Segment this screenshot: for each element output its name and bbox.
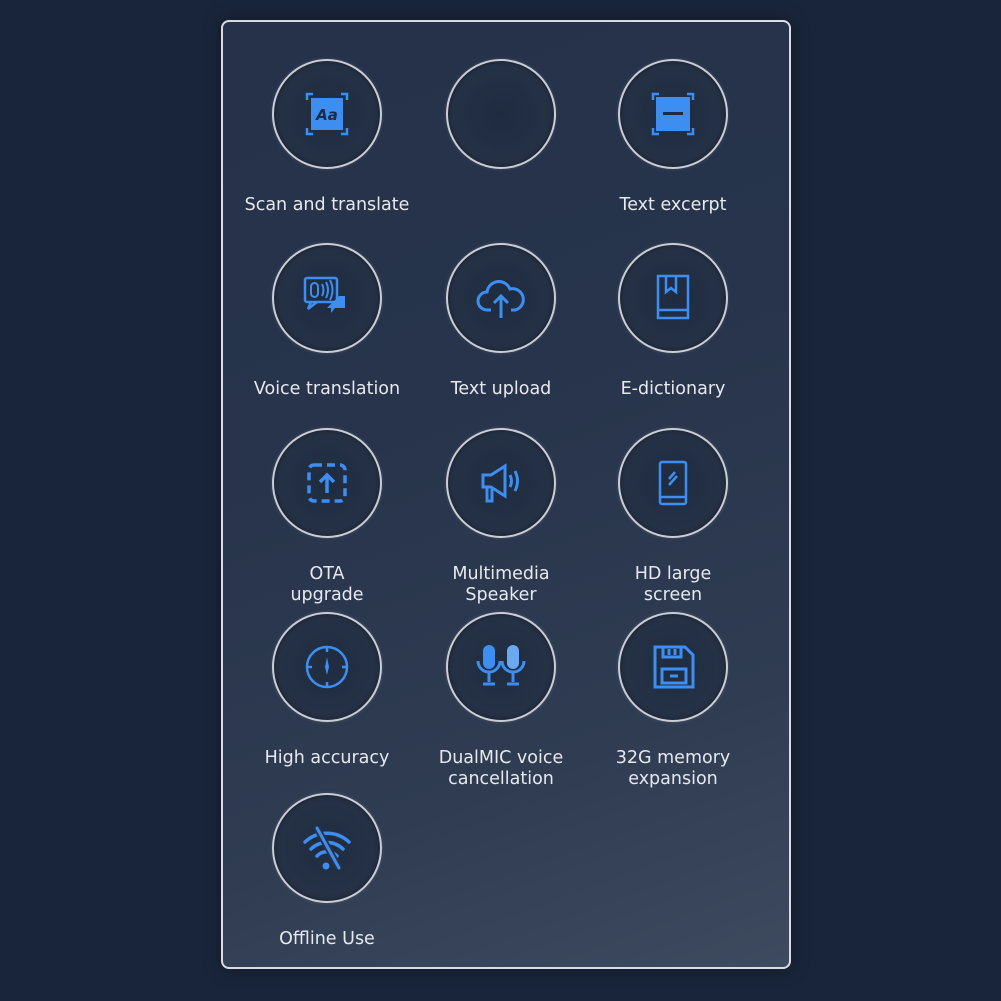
icon-ring <box>446 612 556 722</box>
feature-label-line: 32G memory <box>615 748 731 768</box>
feature-label: Text upload <box>411 379 591 400</box>
feature-label-line: expansion <box>628 769 718 789</box>
feature-item: DualMIC voice cancellation <box>411 612 591 790</box>
feature-label-line: DualMIC voice <box>438 748 564 768</box>
icon-ring <box>272 243 382 353</box>
feature-label-line: High accuracy <box>264 748 390 768</box>
feature-label-line: HD large <box>634 564 712 584</box>
icon-ring: Aa <box>272 59 382 169</box>
feature-item: Offline Use <box>237 793 417 950</box>
feature-label: Offline Use <box>237 929 417 950</box>
feature-label-line: screen <box>643 585 703 605</box>
wifi-off-icon <box>303 826 351 870</box>
feature-label: HD large screen <box>583 564 763 606</box>
floppy-disk-icon <box>653 645 695 689</box>
feature-item: OTA upgrade <box>237 428 417 606</box>
icon-ring <box>272 428 382 538</box>
scan-text-icon: Aa <box>305 92 349 136</box>
voice-chat-icon <box>303 276 345 313</box>
feature-label: Voice translation <box>237 379 417 400</box>
icon-ring <box>446 59 556 169</box>
icon-ring <box>272 793 382 903</box>
icon-ring <box>618 59 728 169</box>
feature-item <box>411 59 591 195</box>
feature-item: 32G memory expansion <box>583 612 763 790</box>
screen-device-icon <box>658 460 688 506</box>
feature-label-line: Scan and translate <box>244 195 410 215</box>
icon-ring <box>446 428 556 538</box>
feature-label: DualMIC voice cancellation <box>411 748 591 790</box>
feature-item: Multimedia Speaker <box>411 428 591 606</box>
icon-ring <box>446 243 556 353</box>
cloud-upload-icon <box>476 280 525 318</box>
feature-label-line: upgrade <box>290 585 364 605</box>
feature-item: Voice translation <box>237 243 417 400</box>
svg-text:Aa: Aa <box>315 106 338 124</box>
feature-item: HD large screen <box>583 428 763 606</box>
target-icon <box>305 645 349 689</box>
feature-label-line: Offline Use <box>279 929 375 949</box>
dual-mic-icon <box>476 645 526 686</box>
feature-label-line: Text excerpt <box>619 195 727 215</box>
book-icon <box>656 274 690 320</box>
feature-label-line: Multimedia <box>452 564 550 584</box>
feature-label-line: Text upload <box>450 379 552 399</box>
feature-item: E-dictionary <box>583 243 763 400</box>
feature-label: Multimedia Speaker <box>411 564 591 606</box>
feature-label: Scan and translate <box>237 195 417 216</box>
feature-item: Text excerpt <box>583 59 763 216</box>
feature-label: Text excerpt <box>583 195 763 216</box>
feature-item: Aa Scan and translate <box>237 59 417 216</box>
feature-label-line: Voice translation <box>253 379 401 399</box>
icon-ring <box>618 612 728 722</box>
icon-ring <box>272 612 382 722</box>
megaphone-icon <box>481 463 519 503</box>
feature-label-line: OTA <box>309 564 345 584</box>
icon-ring <box>618 243 728 353</box>
feature-label-line: Speaker <box>465 585 537 605</box>
feature-item: Text upload <box>411 243 591 400</box>
feature-label-line: cancellation <box>448 769 554 789</box>
feature-label: E-dictionary <box>583 379 763 400</box>
text-excerpt-icon <box>651 92 695 136</box>
icon-ring <box>618 428 728 538</box>
feature-label-line: E-dictionary <box>620 379 726 399</box>
feature-label: OTA upgrade <box>237 564 417 606</box>
feature-label: 32G memory expansion <box>583 748 763 790</box>
ota-upload-icon <box>307 463 347 503</box>
feature-item: High accuracy <box>237 612 417 769</box>
feature-label: High accuracy <box>237 748 417 769</box>
